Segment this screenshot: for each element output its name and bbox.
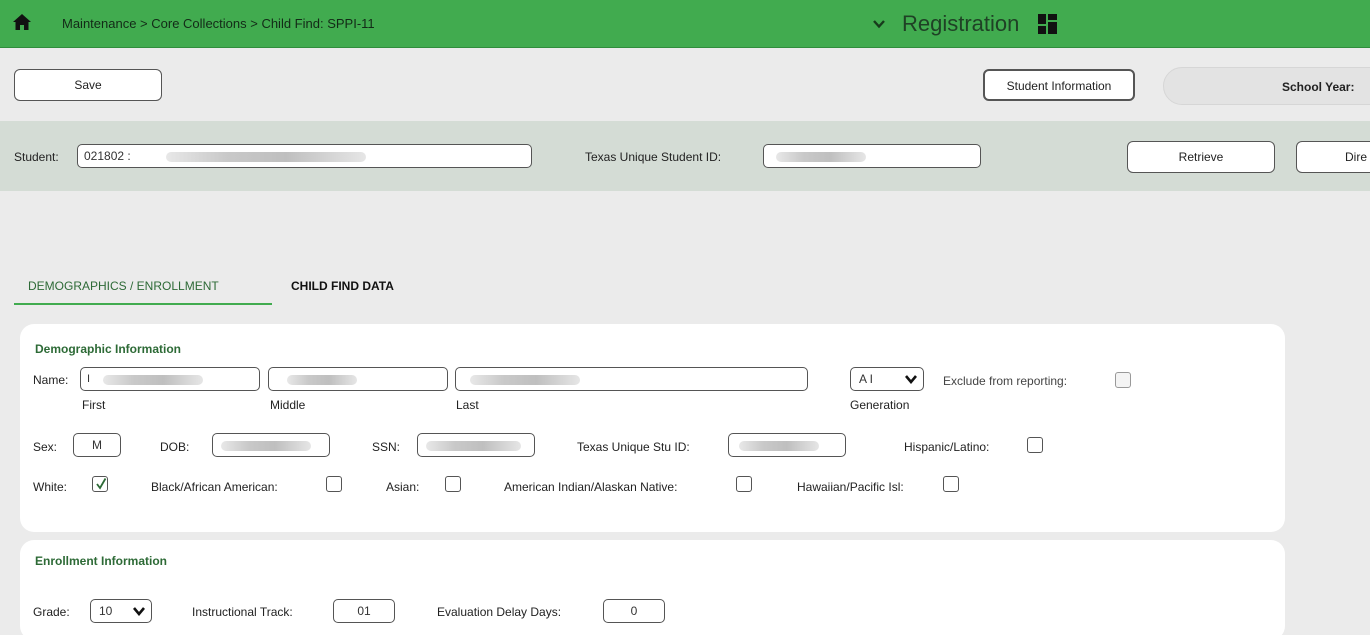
save-button[interactable]: Save bbox=[14, 69, 162, 101]
demographic-section-title: Demographic Information bbox=[35, 342, 182, 356]
school-year-label: School Year: bbox=[1282, 80, 1355, 94]
redacted-first-name bbox=[103, 375, 203, 385]
sex-field[interactable]: M bbox=[73, 433, 121, 457]
directory-button[interactable]: Dire bbox=[1296, 141, 1370, 173]
chevron-down-icon bbox=[905, 373, 917, 385]
breadcrumb[interactable]: Maintenance > Core Collections > Child F… bbox=[62, 16, 375, 31]
check-icon bbox=[96, 478, 107, 490]
hispanic-label: Hispanic/Latino: bbox=[904, 440, 990, 454]
student-id-value: 021802 : bbox=[84, 149, 131, 163]
redacted-student-name bbox=[166, 152, 366, 162]
student-field[interactable]: 021802 : bbox=[77, 144, 532, 168]
student-information-button[interactable]: Student Information bbox=[983, 69, 1135, 101]
exclude-label: Exclude from reporting: bbox=[943, 374, 1068, 388]
white-label: White: bbox=[33, 480, 68, 494]
asian-label: Asian: bbox=[386, 480, 420, 494]
evaluation-delay-value: 0 bbox=[630, 604, 638, 618]
instructional-track-label: Instructional Track: bbox=[192, 605, 293, 619]
first-name-field[interactable]: I bbox=[80, 367, 260, 391]
apps-grid-icon[interactable] bbox=[1037, 13, 1059, 35]
dob-field[interactable] bbox=[212, 433, 330, 457]
grade-select[interactable]: 10 bbox=[90, 599, 152, 623]
american-indian-label: American Indian/Alaskan Native: bbox=[504, 480, 678, 494]
tsid-field[interactable] bbox=[763, 144, 981, 168]
first-name-value: I bbox=[87, 373, 91, 385]
last-caption: Last bbox=[456, 398, 479, 412]
black-checkbox[interactable] bbox=[326, 476, 342, 492]
redacted-dob bbox=[221, 441, 311, 451]
exclude-from-reporting-checkbox[interactable] bbox=[1115, 372, 1131, 388]
tsid-stu-field[interactable] bbox=[728, 433, 846, 457]
tsid-stu-label: Texas Unique Stu ID: bbox=[577, 440, 690, 454]
active-tab-indicator bbox=[14, 303, 272, 305]
grade-value: 10 bbox=[99, 604, 113, 618]
redacted-tsid-stu bbox=[739, 441, 819, 451]
ssn-label: SSN: bbox=[372, 440, 401, 454]
enrollment-section-title: Enrollment Information bbox=[35, 554, 167, 568]
tab-child-find-data[interactable]: CHILD FIND DATA bbox=[291, 279, 394, 293]
sex-label: Sex: bbox=[33, 440, 58, 454]
tsid-label: Texas Unique Student ID: bbox=[585, 150, 722, 164]
redacted-tsid bbox=[776, 152, 866, 162]
chevron-down-icon[interactable] bbox=[872, 17, 886, 31]
instructional-track-value: 01 bbox=[357, 604, 371, 618]
generation-caption: Generation bbox=[850, 398, 910, 412]
middle-name-field[interactable] bbox=[268, 367, 448, 391]
grade-label: Grade: bbox=[33, 605, 70, 619]
chevron-down-icon bbox=[133, 605, 145, 617]
redacted-ssn bbox=[426, 441, 521, 451]
middle-caption: Middle bbox=[270, 398, 306, 412]
home-icon[interactable] bbox=[12, 12, 32, 32]
top-nav-bar: Maintenance > Core Collections > Child F… bbox=[0, 0, 1370, 48]
american-indian-checkbox[interactable] bbox=[736, 476, 752, 492]
tab-demographics-enrollment[interactable]: DEMOGRAPHICS / ENROLLMENT bbox=[28, 279, 219, 293]
name-label: Name: bbox=[33, 373, 69, 387]
first-caption: First bbox=[82, 398, 106, 412]
evaluation-delay-label: Evaluation Delay Days: bbox=[437, 605, 562, 619]
retrieve-button[interactable]: Retrieve bbox=[1127, 141, 1275, 173]
dob-label: DOB: bbox=[160, 440, 190, 454]
app-switcher[interactable]: Registration bbox=[872, 9, 1059, 39]
instructional-track-field[interactable]: 01 bbox=[333, 599, 395, 623]
app-title: Registration bbox=[902, 11, 1020, 36]
black-label: Black/African American: bbox=[151, 480, 278, 494]
generation-select[interactable]: A I bbox=[850, 367, 924, 391]
ssn-field[interactable] bbox=[417, 433, 535, 457]
hawaiian-label: Hawaiian/Pacific Isl: bbox=[797, 480, 904, 494]
hispanic-checkbox[interactable] bbox=[1027, 437, 1043, 453]
student-label: Student: bbox=[14, 150, 59, 164]
redacted-middle-name bbox=[287, 375, 357, 385]
white-checkbox[interactable] bbox=[92, 476, 108, 492]
demographic-information-panel bbox=[20, 324, 1285, 532]
redacted-last-name bbox=[470, 375, 580, 385]
sex-value: M bbox=[92, 438, 102, 452]
generation-value: A I bbox=[859, 372, 874, 386]
evaluation-delay-field[interactable]: 0 bbox=[603, 599, 665, 623]
asian-checkbox[interactable] bbox=[445, 476, 461, 492]
last-name-field[interactable] bbox=[455, 367, 808, 391]
hawaiian-checkbox[interactable] bbox=[943, 476, 959, 492]
